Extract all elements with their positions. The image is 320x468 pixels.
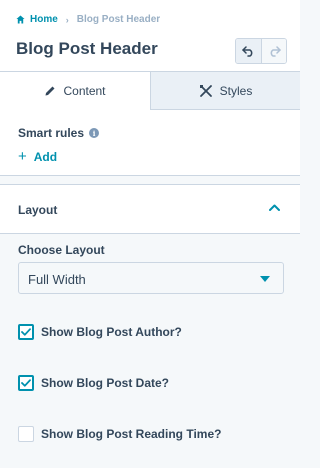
show-reading-time-option[interactable]: Show Blog Post Reading Time?	[18, 426, 221, 442]
checkmark-icon	[21, 328, 31, 336]
styles-tools-icon	[199, 84, 212, 97]
breadcrumb-home-label: Home	[30, 14, 58, 25]
show-author-label: Show Blog Post Author?	[41, 325, 182, 339]
add-smart-rule-button[interactable]: + Add	[18, 149, 57, 164]
show-date-option[interactable]: Show Blog Post Date?	[18, 375, 169, 391]
layout-section-title: Layout	[18, 203, 58, 217]
panel-header: Home › Blog Post Header Blog Post Header	[0, 0, 300, 72]
tab-content-label: Content	[63, 84, 106, 98]
layout-section-toggle[interactable]: Layout	[0, 184, 300, 234]
caret-down-icon	[260, 276, 270, 282]
chevron-up-icon	[269, 204, 280, 211]
breadcrumb-separator: ›	[65, 14, 69, 25]
home-icon	[16, 15, 25, 24]
show-reading-time-checkbox[interactable]	[18, 426, 34, 442]
add-smart-rule-label: Add	[33, 149, 58, 164]
page-title: Blog Post Header	[16, 39, 158, 58]
layout-select[interactable]: Full Width	[18, 262, 284, 294]
show-author-option[interactable]: Show Blog Post Author?	[18, 324, 182, 340]
tab-styles[interactable]: Styles	[151, 72, 300, 110]
plus-icon: +	[18, 148, 27, 165]
redo-icon	[270, 45, 281, 57]
layout-select-value: Full Width	[28, 272, 86, 287]
redo-button[interactable]	[261, 39, 286, 63]
tab-bar: Content Styles	[0, 72, 300, 110]
layout-section-body: Choose Layout Full Width Show Blog Post …	[0, 234, 300, 468]
pencil-icon	[45, 86, 55, 96]
show-reading-time-label: Show Blog Post Reading Time?	[41, 427, 222, 441]
breadcrumb-home-link[interactable]: Home	[16, 14, 58, 25]
undo-redo-group	[235, 38, 287, 64]
undo-icon	[242, 45, 253, 57]
undo-button[interactable]	[236, 39, 261, 63]
show-date-label: Show Blog Post Date?	[41, 376, 170, 390]
show-date-checkbox[interactable]	[18, 375, 34, 391]
tab-content[interactable]: Content	[0, 72, 151, 110]
show-author-checkbox[interactable]	[18, 324, 34, 340]
breadcrumb: Home › Blog Post Header	[16, 14, 160, 25]
info-icon[interactable]: i	[89, 128, 100, 138]
smart-rules-label: Smart rules	[18, 126, 85, 140]
choose-layout-label: Choose Layout	[18, 243, 105, 257]
breadcrumb-current: Blog Post Header	[76, 14, 161, 25]
smart-rules-heading: Smart rules i	[18, 126, 100, 140]
tab-styles-label: Styles	[219, 83, 253, 98]
checkmark-icon	[21, 379, 31, 387]
smart-rules-section: Smart rules i + Add	[0, 110, 300, 176]
